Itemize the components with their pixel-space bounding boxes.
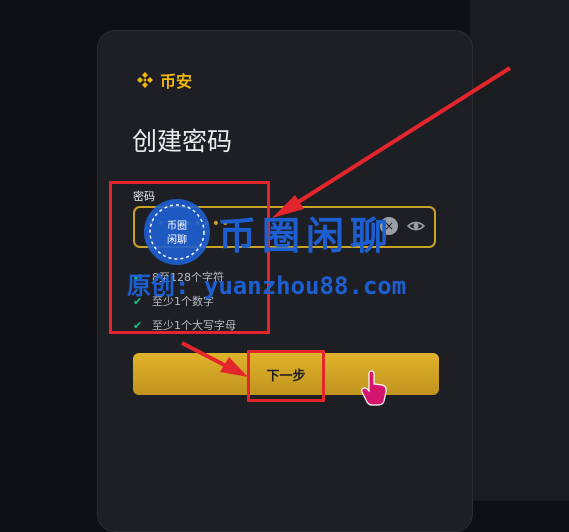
eye-icon[interactable] <box>407 217 425 235</box>
watermark-url: 原创: yuanzhou88.com <box>127 272 407 300</box>
watermark-title: 币圈闲聊 <box>218 213 395 258</box>
brand-name: 币安 <box>160 72 193 91</box>
watermark-stamp-icon: 币圈 闲聊 <box>144 199 210 265</box>
binance-logo-icon <box>137 72 153 88</box>
brand-logo: 币安 <box>135 68 192 92</box>
annotation-box-next-button <box>247 350 325 402</box>
watermark-stamp-line-2: 闲聊 <box>167 233 187 246</box>
background-panel <box>470 0 569 501</box>
pointer-hand-icon <box>361 370 387 406</box>
watermark-stamp-line-1: 币圈 <box>167 220 187 232</box>
page-title: 创建密码 <box>132 127 233 156</box>
